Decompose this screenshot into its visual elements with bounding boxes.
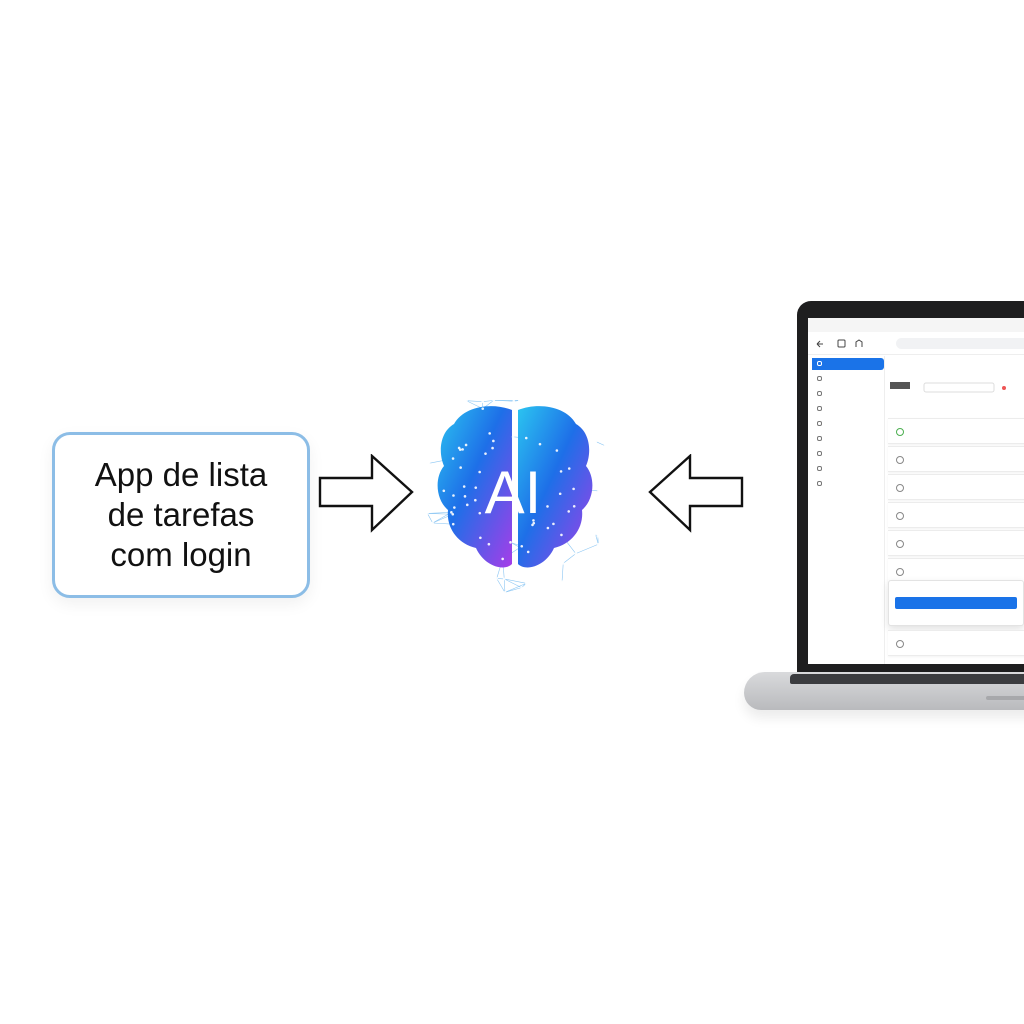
browser-nav-icons [816,339,863,348]
laptop-screen [808,318,1024,664]
sidebar-item [812,433,884,445]
url-bar [896,338,1024,349]
network-link [561,563,564,582]
network-node [461,448,464,451]
network-node [520,544,524,548]
network-node [520,586,523,589]
task-item [888,474,1024,500]
network-node [574,552,578,555]
network-node [597,489,600,493]
network-node [559,470,563,473]
network-node [431,521,434,525]
network-node [538,442,542,446]
network-node [567,510,571,513]
network-node [451,512,455,516]
network-node [511,435,515,439]
sidebar-item [812,358,884,370]
network-node [524,436,528,440]
network-node [451,457,455,460]
network-node [572,487,575,491]
network-node [487,542,491,546]
network-node [561,562,565,565]
network-node [426,512,429,515]
network-link [503,578,506,593]
network-node [457,446,461,450]
network-node [594,440,598,443]
network-node [491,446,494,450]
network-node [465,503,469,507]
ai-label: AI [484,459,542,526]
main-header [888,358,1024,393]
network-node [555,449,559,452]
sidebar [808,356,885,664]
task-item [888,418,1024,444]
network-node [526,550,530,554]
network-node [503,591,507,594]
network-node [442,489,446,493]
task-item [888,502,1024,528]
network-node [481,400,484,404]
network-node [594,532,597,536]
task-item [888,630,1024,656]
network-node [501,557,504,561]
sidebar-item [812,373,884,385]
network-node [512,399,516,403]
network-node [459,466,462,469]
network-node [596,534,600,538]
network-node [452,494,455,497]
network-node [572,505,576,508]
network-node [574,400,578,404]
network-node [603,444,607,448]
network-node [481,407,485,410]
network-node [464,443,468,447]
prompt-text: App de lista de tarefas com login [94,456,268,573]
task-item [888,446,1024,472]
network-node [488,432,491,435]
sidebar-item [812,448,884,460]
network-node [518,399,521,402]
network-node [463,495,467,498]
network-node [453,506,456,509]
sidebar-item [812,463,884,475]
network-link [504,587,522,593]
network-node [462,485,466,488]
network-node [451,522,455,526]
network-node [596,542,600,546]
add-task-row [890,382,1006,393]
network-node [560,580,564,583]
arrow-right-icon [318,454,414,533]
network-node [495,577,499,580]
network-link [575,543,599,554]
arrow-left-icon [648,454,744,533]
laptop-keyboard [790,674,1024,684]
network-link [595,441,606,447]
popup-primary-button [895,597,1017,609]
sidebar-item [812,388,884,400]
task-item [888,530,1024,556]
network-node [484,452,487,455]
network-node [492,439,495,443]
network-node [427,462,431,465]
popup-dialog [888,580,1024,626]
laptop-notch [986,696,1024,700]
network-node [567,467,571,470]
prompt-box: App de lista de tarefas com login [52,432,310,598]
network-node [558,492,562,496]
menu-bar [808,318,1024,332]
network-node [509,541,512,544]
sidebar-item [812,403,884,415]
network-node [524,582,528,585]
network-link [504,578,527,584]
network-link [496,578,506,593]
network-link [427,513,433,524]
network-node [560,533,563,537]
network-link [563,553,576,564]
sidebar-item [812,418,884,430]
network-node [479,536,482,540]
network-node [465,399,468,403]
network-node [492,399,495,402]
sidebar-item [812,478,884,490]
network-node [502,577,506,581]
